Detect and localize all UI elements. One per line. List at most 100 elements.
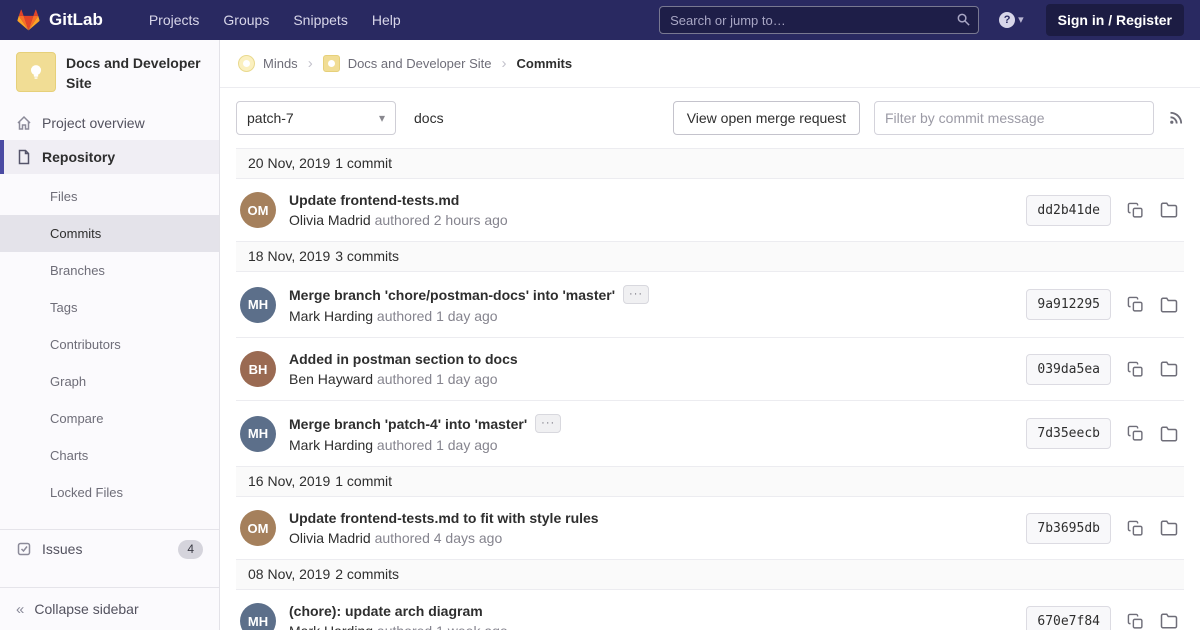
chevron-down-icon: ▾ [1018, 15, 1024, 26]
copy-sha-button[interactable] [1127, 613, 1144, 630]
commit-title-link[interactable]: Merge branch 'chore/postman-docs' into '… [289, 287, 615, 303]
sidebar-item-branches[interactable]: Branches [0, 252, 219, 289]
folder-icon [1160, 201, 1178, 219]
help-dropdown[interactable]: ? ▾ [999, 12, 1024, 28]
project-header[interactable]: Docs and Developer Site [0, 40, 219, 106]
commit-sha[interactable]: 039da5ea [1026, 354, 1111, 385]
breadcrumb-project-link[interactable]: Docs and Developer Site [348, 56, 492, 71]
copy-sha-button[interactable] [1127, 296, 1144, 313]
commit-date-header: 16 Nov, 2019 1 commit [236, 466, 1184, 497]
browse-files-button[interactable] [1160, 612, 1178, 630]
nav-item-help[interactable]: Help [360, 0, 413, 40]
commit-actions: 7d35eecb [1026, 418, 1178, 449]
commit-time: authored 1 day ago [377, 371, 498, 387]
commit-sha[interactable]: 670e7f84 [1026, 606, 1111, 630]
commit-author-avatar[interactable]: MH [240, 287, 276, 323]
copy-sha-button[interactable] [1127, 202, 1144, 219]
commit-title-link[interactable]: Update frontend-tests.md to fit with sty… [289, 510, 599, 526]
nav-item-snippets[interactable]: Snippets [281, 0, 359, 40]
group-rows: MH (chore): update arch diagram Mark Har… [236, 590, 1184, 630]
main-menu: Projects Groups Snippets Help [137, 0, 413, 40]
commit-row: MH Merge branch 'chore/postman-docs' int… [236, 272, 1184, 338]
sidebar-item-issues[interactable]: Issues 4 [0, 529, 219, 570]
sign-in-button[interactable]: Sign in / Register [1046, 4, 1184, 36]
browse-files-button[interactable] [1160, 296, 1178, 314]
sidebar-item-tags[interactable]: Tags [0, 289, 219, 326]
group-rows: MH Merge branch 'chore/postman-docs' int… [236, 272, 1184, 466]
sidebar-item-graph[interactable]: Graph [0, 363, 219, 400]
commit-count: 1 commit [335, 154, 392, 173]
commits-toolbar: patch-7 ▾ docs View open merge request [220, 88, 1200, 148]
group-rows: OM Update frontend-tests.md to fit with … [236, 497, 1184, 559]
browse-files-button[interactable] [1160, 425, 1178, 443]
copy-sha-button[interactable] [1127, 361, 1144, 378]
view-merge-request-button[interactable]: View open merge request [673, 101, 860, 135]
copy-icon [1127, 296, 1144, 313]
commit-row: OM Update frontend-tests.md Olivia Madri… [236, 179, 1184, 241]
commit-ellipsis-button[interactable]: ··· [535, 414, 561, 433]
sidebar-item-charts[interactable]: Charts [0, 437, 219, 474]
nav-item-projects[interactable]: Projects [137, 0, 212, 40]
commit-row: MH Merge branch 'patch-4' into 'master' … [236, 401, 1184, 466]
toolbar-actions: View open merge request [673, 101, 1184, 135]
folder-icon [1160, 519, 1178, 537]
commit-author-avatar[interactable]: OM [240, 192, 276, 228]
chevron-right-icon: › [308, 55, 313, 72]
sidebar-item-compare[interactable]: Compare [0, 400, 219, 437]
commit-time: authored 1 day ago [377, 308, 498, 324]
gitlab-tanuki-icon [16, 8, 41, 32]
collapse-sidebar-button[interactable]: « Collapse sidebar [0, 587, 219, 630]
commit-actions: 039da5ea [1026, 354, 1178, 385]
sidebar-item-locked-files[interactable]: Locked Files [0, 474, 219, 511]
project-sidebar: Docs and Developer Site Project overview… [0, 40, 220, 630]
commit-title-link[interactable]: Update frontend-tests.md [289, 192, 459, 208]
commit-date: 18 Nov, 2019 [248, 247, 330, 266]
branch-name: patch-7 [247, 110, 294, 126]
sidebar-item-repository[interactable]: Repository [0, 140, 219, 174]
sidebar-item-commits[interactable]: Commits [0, 215, 219, 252]
commit-sha[interactable]: dd2b41de [1026, 195, 1111, 226]
commit-author-link[interactable]: Olivia Madrid [289, 212, 371, 228]
sidebar-item-files[interactable]: Files [0, 178, 219, 215]
commit-author-avatar[interactable]: MH [240, 603, 276, 630]
commit-author-link[interactable]: Mark Harding [289, 308, 373, 324]
top-navbar: GitLab Projects Groups Snippets Help ? ▾… [0, 0, 1200, 40]
lightbulb-icon [25, 61, 47, 83]
search-input[interactable] [659, 6, 979, 34]
commit-row: OM Update frontend-tests.md to fit with … [236, 497, 1184, 559]
commit-time: authored 1 day ago [377, 437, 498, 453]
chevron-right-icon: › [502, 55, 507, 72]
copy-sha-button[interactable] [1127, 520, 1144, 537]
commit-author-link[interactable]: Olivia Madrid [289, 530, 371, 546]
rss-feed-button[interactable] [1168, 110, 1184, 126]
commit-ellipsis-button[interactable]: ··· [623, 285, 649, 304]
commit-info: Merge branch 'chore/postman-docs' into '… [289, 285, 1026, 324]
commit-author-avatar[interactable]: BH [240, 351, 276, 387]
commit-filter-input[interactable] [874, 101, 1154, 135]
commit-title-link[interactable]: Merge branch 'patch-4' into 'master' [289, 416, 527, 432]
commit-time: authored 1 week ago [377, 623, 508, 630]
commit-group: 20 Nov, 2019 1 commit OM Update frontend… [236, 148, 1184, 241]
browse-files-button[interactable] [1160, 201, 1178, 219]
commit-author-avatar[interactable]: OM [240, 510, 276, 546]
breadcrumb-group-link[interactable]: Minds [263, 56, 298, 71]
commit-title-link[interactable]: (chore): update arch diagram [289, 603, 483, 619]
commit-sha[interactable]: 7d35eecb [1026, 418, 1111, 449]
commit-sha[interactable]: 9a912295 [1026, 289, 1111, 320]
copy-icon [1127, 520, 1144, 537]
commit-author-avatar[interactable]: MH [240, 416, 276, 452]
browse-files-button[interactable] [1160, 360, 1178, 378]
nav-item-groups[interactable]: Groups [211, 0, 281, 40]
gitlab-home-link[interactable]: GitLab [16, 8, 103, 32]
commit-author-link[interactable]: Mark Harding [289, 437, 373, 453]
commit-author-link[interactable]: Ben Hayward [289, 371, 373, 387]
sidebar-item-contributors[interactable]: Contributors [0, 326, 219, 363]
browse-files-button[interactable] [1160, 519, 1178, 537]
branch-selector[interactable]: patch-7 ▾ [236, 101, 396, 135]
commit-title-link[interactable]: Added in postman section to docs [289, 351, 518, 367]
commit-author-link[interactable]: Mark Harding [289, 623, 373, 630]
copy-sha-button[interactable] [1127, 425, 1144, 442]
sidebar-item-project-overview[interactable]: Project overview [0, 106, 219, 140]
chevron-down-icon: ▾ [379, 112, 385, 124]
commit-sha[interactable]: 7b3695db [1026, 513, 1111, 544]
